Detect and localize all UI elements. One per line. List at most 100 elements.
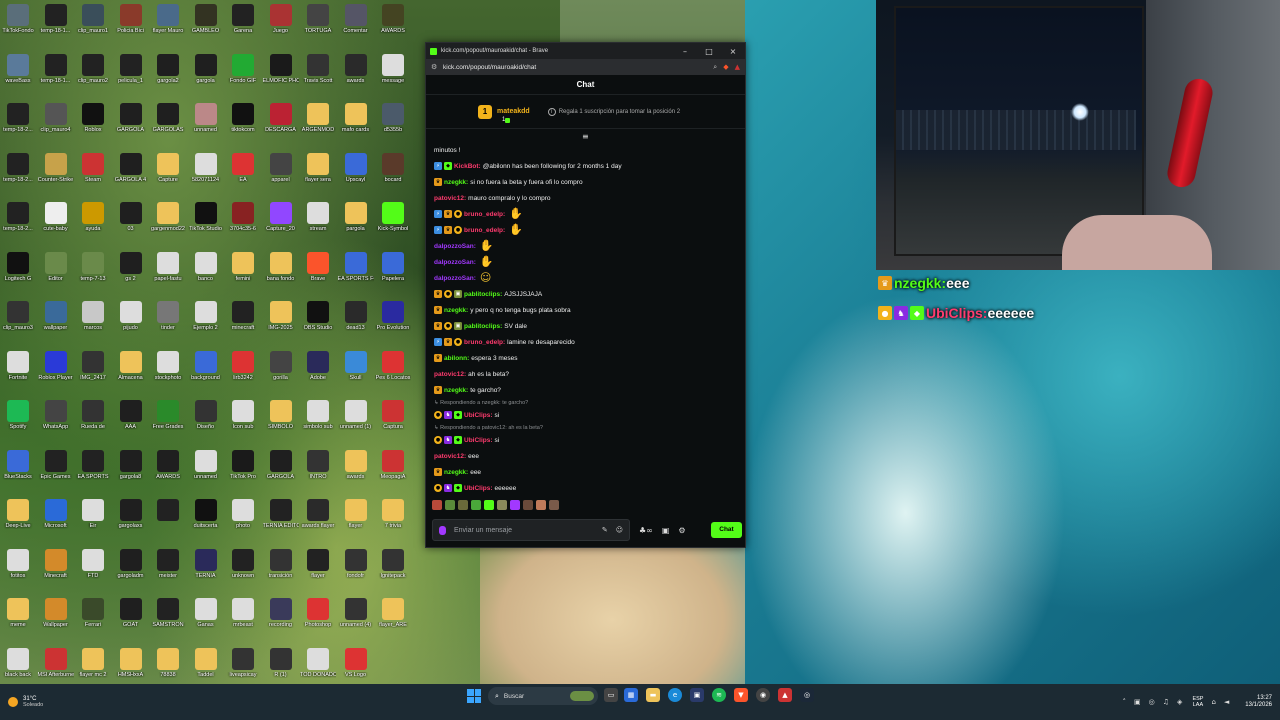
desktop-icon[interactable]: transición <box>263 548 299 579</box>
desktop-icon[interactable]: GAMBLEO <box>188 4 224 34</box>
desktop-icon[interactable]: TERNIA <box>188 548 224 579</box>
desktop-icon[interactable]: Roblox Player <box>38 350 74 381</box>
desktop-icon[interactable]: TikTok Pro <box>225 449 261 480</box>
desktop-icon[interactable]: Juego <box>263 4 299 34</box>
emoji-icon[interactable]: ☺ <box>616 526 623 534</box>
desktop-icon[interactable]: awards <box>338 449 374 480</box>
desktop-icon[interactable]: stream <box>300 202 336 232</box>
desktop-icon[interactable]: fotitos <box>0 548 36 579</box>
desktop-icon[interactable]: Free Grades <box>150 400 186 430</box>
desktop-icon[interactable]: Garena <box>225 4 261 34</box>
desktop-icon[interactable]: dead13 <box>338 301 374 331</box>
desktop-icon[interactable]: Upscayl <box>338 152 374 183</box>
desktop-icon[interactable]: GOAT <box>113 598 149 628</box>
desktop-icon[interactable]: waveBass <box>0 53 36 84</box>
desktop-icon[interactable]: EA SPORTS <box>75 449 111 480</box>
desktop-icon[interactable]: GARGOLA <box>113 103 149 133</box>
desktop-icon[interactable]: clip_mauro1 <box>75 4 111 34</box>
desktop-icon[interactable]: gargenmod22 <box>150 202 186 232</box>
chat-username[interactable]: patovic12: <box>434 195 466 202</box>
top-gifter-username[interactable]: mateakdd <box>497 108 530 115</box>
desktop-icon[interactable]: BlueStacks <box>0 449 36 480</box>
desktop-icon[interactable]: gargoladm <box>113 548 149 579</box>
tray-overflow-icon[interactable]: ˄ <box>1123 698 1127 706</box>
desktop-icon[interactable]: MSI Afterburner <box>38 647 74 678</box>
file-explorer-icon[interactable]: ▬ <box>646 688 660 702</box>
chat-username[interactable]: bruno_edelp: <box>464 227 505 234</box>
emote-icon[interactable] <box>497 500 507 510</box>
desktop-icon[interactable]: recording <box>263 598 299 628</box>
reply-context[interactable]: ↳ Respondiendo a patovic12: ah es la bet… <box>434 425 543 431</box>
site-settings-icon[interactable]: ⚙ <box>431 63 443 71</box>
desktop-icon[interactable]: OBS Studio <box>300 301 336 331</box>
desktop-icon[interactable]: tinder <box>150 301 186 331</box>
desktop-icon[interactable]: cute-baby <box>38 202 74 232</box>
desktop-icon[interactable]: duitscerta <box>188 499 224 529</box>
chat-input-placeholder[interactable]: Enviar un mensaje <box>454 527 594 534</box>
chat-username[interactable]: nzegkk: <box>444 179 468 186</box>
chat-username[interactable]: nzegkk: <box>444 387 468 394</box>
desktop-icon[interactable]: pargola <box>338 202 374 232</box>
tray-app-icon[interactable]: ▣ <box>1134 698 1141 706</box>
emote-icon[interactable] <box>432 500 442 510</box>
desktop-icon[interactable]: pijudo <box>113 301 149 331</box>
desktop-icon[interactable]: Photoshop <box>300 598 336 628</box>
desktop-icon[interactable]: apparel <box>263 152 299 183</box>
settings-gear-icon[interactable]: ⚙ <box>678 526 685 535</box>
emote-icon[interactable] <box>510 500 520 510</box>
desktop-icon[interactable]: Ferrari <box>75 598 111 628</box>
title-bar[interactable]: kick.com/popout/mauroakid/chat - Brave –… <box>426 43 745 59</box>
desktop-icon[interactable]: Ganas <box>188 598 224 628</box>
desktop-icon[interactable]: temp-18-1... <box>38 4 74 34</box>
chat-username[interactable]: bruno_edelp: <box>464 339 505 346</box>
desktop-icon[interactable]: gs 2 <box>113 251 149 282</box>
desktop-icon[interactable]: 582071124 <box>188 152 224 183</box>
desktop-icon[interactable]: AAA <box>113 400 149 430</box>
desktop-icon[interactable]: unnamed <box>188 103 224 133</box>
desktop-icon[interactable]: tiktokcom <box>225 103 261 133</box>
desktop-icon[interactable]: Steam <box>75 152 111 183</box>
desktop-icon[interactable]: temp-18-2... <box>0 103 36 133</box>
desktop-icon[interactable]: flayer_ARE <box>375 598 411 628</box>
desktop-icon[interactable]: meme <box>0 598 36 628</box>
emote-icon[interactable] <box>471 500 481 510</box>
desktop-icon[interactable]: AWARDS <box>375 4 411 34</box>
desktop-icon[interactable]: GARGOLAS <box>150 103 186 133</box>
chat-username[interactable]: dalpozzoSan: <box>434 259 476 266</box>
clock[interactable]: 13:27 13/1/2026 <box>1245 695 1272 709</box>
desktop-icon[interactable]: Fortnite <box>0 350 36 381</box>
store-app-icon[interactable]: ▣ <box>690 688 704 702</box>
search-label[interactable]: Buscar <box>504 693 570 700</box>
desktop-icon[interactable]: 03 <box>113 202 149 232</box>
desktop-icon[interactable]: SAMSTRON <box>150 598 186 628</box>
desktop-icon[interactable]: GARGOLA <box>263 449 299 480</box>
desktop-icon[interactable]: Brave <box>300 251 336 282</box>
emote-icon[interactable] <box>484 500 494 510</box>
emote-icon[interactable] <box>549 500 559 510</box>
desktop-icon[interactable]: gargola8 <box>113 449 149 480</box>
desktop-icon[interactable]: TORTUGA <box>300 4 336 34</box>
url-text[interactable]: kick.com/popout/mauroakid/chat <box>443 64 707 71</box>
desktop-icon[interactable]: fondofr <box>338 548 374 579</box>
desktop-icon[interactable]: background <box>188 350 224 381</box>
desktop-icon[interactable]: 7 trivia <box>375 499 411 529</box>
desktop-icon[interactable]: Capture <box>150 152 186 183</box>
desktop-icon[interactable]: stockphoto <box>150 350 186 381</box>
taskbar-search[interactable]: ⌕ Buscar <box>488 687 598 705</box>
desktop-icon[interactable]: mafo cards <box>338 103 374 133</box>
desktop-icon[interactable]: Capture_20 <box>263 202 299 232</box>
desktop-icon[interactable]: HMSHxxA <box>113 647 149 678</box>
desktop-icon[interactable]: unnamed (1) <box>338 400 374 430</box>
translate-icon[interactable]: ✎ <box>602 526 608 534</box>
widgets-icon[interactable]: ▦ <box>624 688 638 702</box>
desktop-icon[interactable]: gargola2 <box>150 53 186 84</box>
desktop-icon[interactable]: Taddel <box>188 647 224 678</box>
desktop-icon[interactable]: Spotify <box>0 400 36 430</box>
desktop-icon[interactable]: 3704c35-6 <box>225 202 261 232</box>
desktop-icon[interactable]: Epic Games <box>38 449 74 480</box>
desktop-icon[interactable]: Travis Scott <box>300 53 336 84</box>
chat-username[interactable]: pablitoclips: <box>464 291 502 298</box>
desktop-icon[interactable]: VS Logo <box>338 647 374 678</box>
desktop-icon[interactable]: Deep-Live <box>0 499 36 529</box>
chat-input[interactable]: Enviar un mensaje ✎ ☺ <box>432 519 630 541</box>
